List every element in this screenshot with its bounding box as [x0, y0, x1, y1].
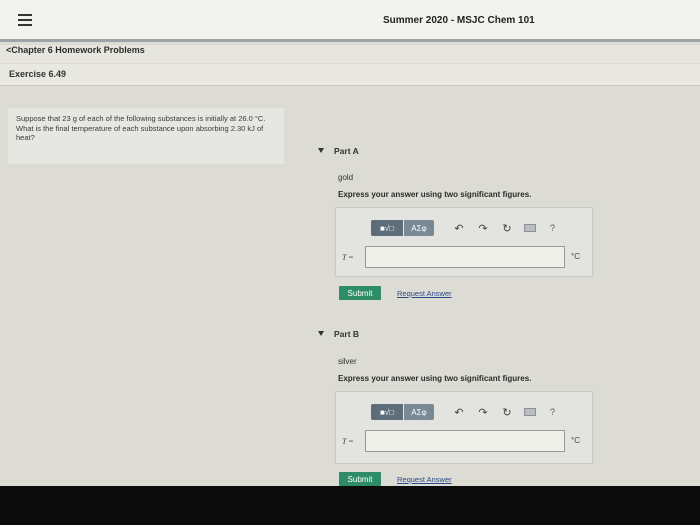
- exercise-band: [0, 64, 700, 86]
- course-title: Summer 2020 - MSJC Chem 101: [383, 15, 535, 26]
- screen-bezel: [0, 486, 700, 525]
- question-text: Suppose that 23 g of each of the followi…: [8, 108, 284, 164]
- undo-icon[interactable]: ↶: [454, 406, 464, 419]
- part-a-submit-button[interactable]: Submit: [339, 286, 381, 300]
- chevron-down-icon: [318, 331, 324, 336]
- part-a-variable-label: T =: [342, 253, 354, 262]
- help-icon[interactable]: ?: [550, 223, 555, 233]
- exercise-title: Exercise 6.49: [9, 69, 67, 79]
- part-b-toolbar: ■√□ ΑΣφ ↶ ↷ ↻ ?: [371, 404, 555, 420]
- keyboard-icon[interactable]: [524, 408, 536, 416]
- templates-button[interactable]: ■√□: [371, 404, 403, 420]
- hamburger-menu-icon[interactable]: [18, 14, 32, 26]
- keyboard-icon[interactable]: [524, 224, 536, 232]
- part-b-instructions: Express your answer using two significan…: [338, 374, 532, 383]
- part-a-instructions: Express your answer using two significan…: [338, 190, 532, 199]
- help-icon[interactable]: ?: [550, 407, 555, 417]
- top-bar: [0, 0, 700, 42]
- part-a-substance: gold: [338, 173, 354, 182]
- part-b-substance: silver: [338, 357, 357, 366]
- redo-icon[interactable]: ↷: [478, 406, 488, 419]
- back-to-chapter-link[interactable]: <Chapter 6 Homework Problems: [6, 45, 145, 55]
- reset-icon[interactable]: ↻: [502, 222, 512, 235]
- part-a-unit-label: °C: [571, 252, 580, 261]
- part-a-header[interactable]: Part A: [318, 146, 359, 156]
- part-b-submit-button[interactable]: Submit: [339, 472, 381, 486]
- part-a-answer-input[interactable]: [365, 246, 565, 268]
- part-b-request-answer-link[interactable]: Request Answer: [397, 475, 452, 484]
- part-b-answer-panel: [335, 391, 593, 464]
- part-a-toolbar: ■√□ ΑΣφ ↶ ↷ ↻ ?: [371, 220, 555, 236]
- part-a-title: Part A: [334, 146, 359, 156]
- part-b-title: Part B: [334, 329, 360, 339]
- chevron-down-icon: [318, 148, 324, 153]
- part-b-header[interactable]: Part B: [318, 329, 359, 339]
- part-b-variable-label: T =: [342, 437, 354, 446]
- part-a-request-answer-link[interactable]: Request Answer: [397, 289, 452, 298]
- greek-symbols-button[interactable]: ΑΣφ: [404, 404, 434, 420]
- reset-icon[interactable]: ↻: [502, 406, 512, 419]
- redo-icon[interactable]: ↷: [478, 222, 488, 235]
- part-b-unit-label: °C: [571, 436, 580, 445]
- greek-symbols-button[interactable]: ΑΣφ: [404, 220, 434, 236]
- part-b-answer-input[interactable]: [365, 430, 565, 452]
- undo-icon[interactable]: ↶: [454, 222, 464, 235]
- templates-button[interactable]: ■√□: [371, 220, 403, 236]
